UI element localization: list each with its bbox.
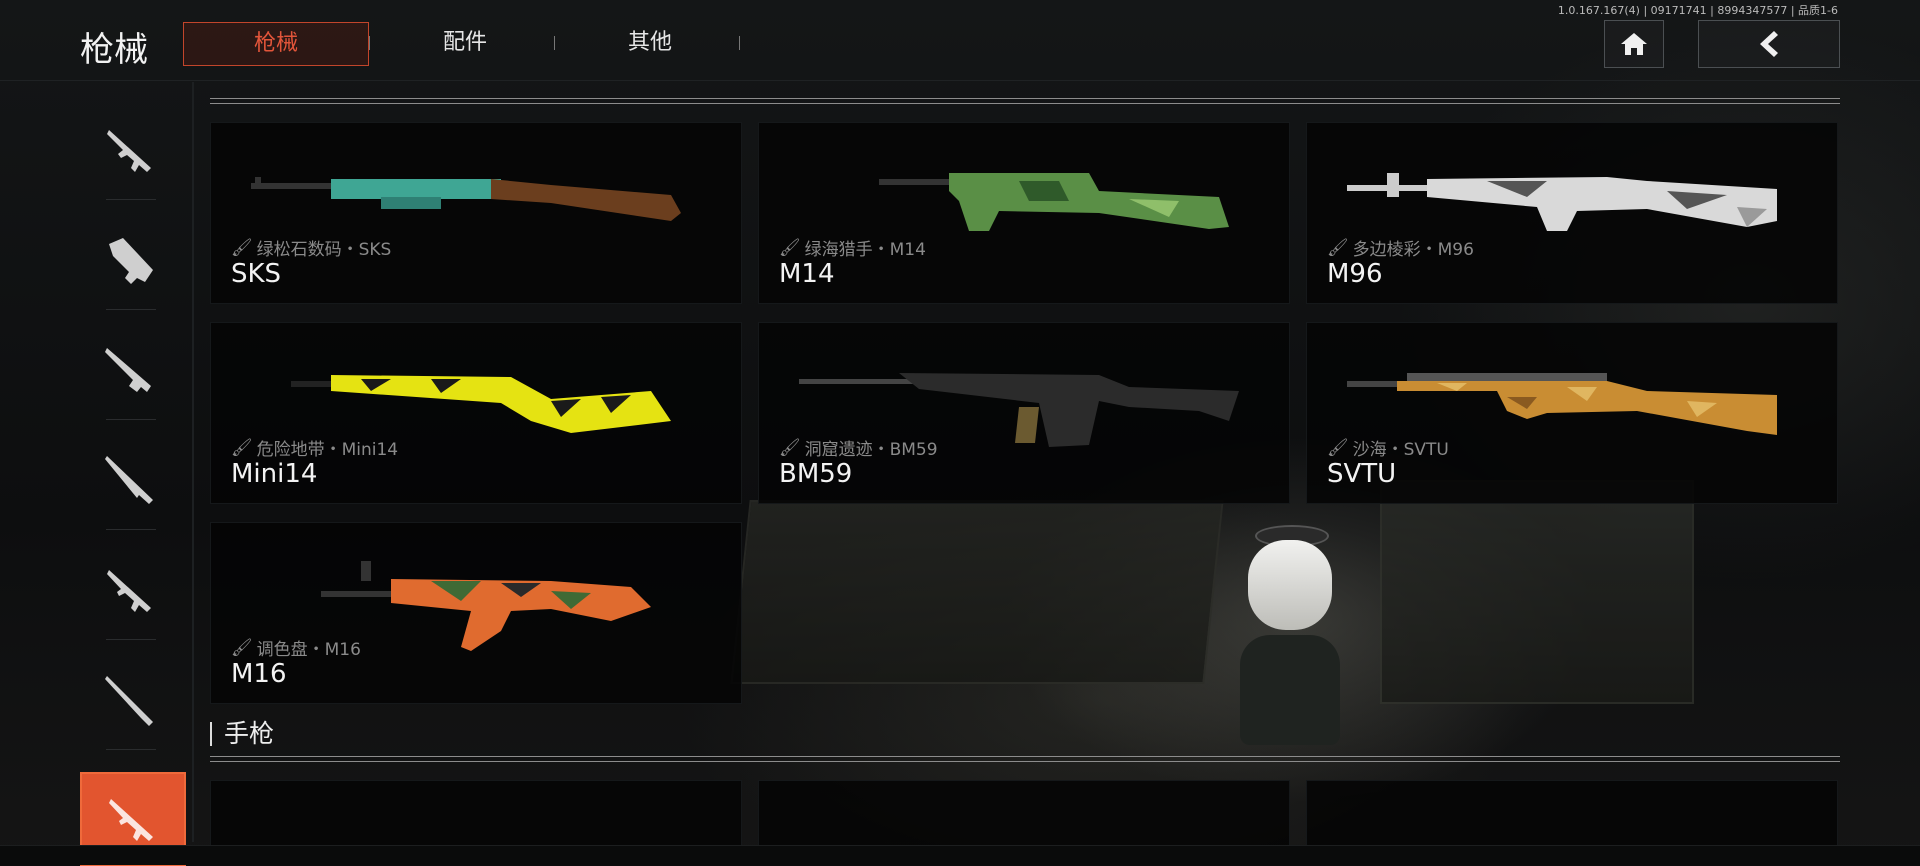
back-button[interactable] xyxy=(1698,20,1840,68)
weapon-card-placeholder[interactable] xyxy=(210,780,742,848)
skin-name: 危险地带・Mini14 xyxy=(256,440,399,460)
weapon-category-sidebar xyxy=(80,100,186,866)
lantern-decoration xyxy=(1230,515,1350,745)
mini14-gun-image xyxy=(291,375,671,433)
crate-decoration xyxy=(730,500,1224,684)
weapon-name: SKS xyxy=(231,259,282,289)
home-icon xyxy=(1621,33,1647,55)
section-divider xyxy=(210,756,1840,762)
assault-rifle-icon xyxy=(107,130,151,172)
marksman-rifle-icon xyxy=(105,676,153,726)
crate-decoration-right xyxy=(1380,480,1694,704)
brush-icon: 🖌 xyxy=(1327,437,1349,458)
weapon-card[interactable]: 🖌 洞窟遗迹・BM59 BM59 xyxy=(758,322,1290,504)
brush-icon: 🖌 xyxy=(231,637,253,658)
back-arrow-icon xyxy=(1760,31,1778,57)
section-title-pistols: 手枪 xyxy=(210,721,274,746)
sniper-rifle-icon xyxy=(105,456,153,504)
weapon-name: M96 xyxy=(1327,259,1383,289)
tab-separator xyxy=(739,36,740,50)
brush-icon: 🖌 xyxy=(1327,237,1349,258)
weapon-card[interactable]: 🖌 绿海猎手・M14 M14 xyxy=(758,122,1290,304)
weapon-name: M14 xyxy=(779,259,835,289)
brush-icon: 🖌 xyxy=(779,437,801,458)
skin-name: 多边棱彩・M96 xyxy=(1352,240,1474,260)
sks-gun-image xyxy=(251,177,681,221)
tab-separator xyxy=(554,36,555,50)
weapon-name: BM59 xyxy=(779,459,853,489)
home-button[interactable] xyxy=(1604,20,1664,68)
weapon-card[interactable]: 🖌 多边棱彩・M96 M96 xyxy=(1306,122,1838,304)
sidebar-item-smg[interactable] xyxy=(80,210,182,310)
section-divider xyxy=(210,98,1840,104)
weapon-card[interactable]: 🖌 绿松石数码・SKS SKS xyxy=(210,122,742,304)
lmg-icon xyxy=(105,348,151,392)
skin-name: 洞窟遗迹・BM59 xyxy=(804,440,938,460)
footer-bar xyxy=(0,845,1920,865)
sidebar-item-lmg[interactable] xyxy=(80,320,182,420)
top-bar: 枪械 枪械 配件 其他 1.0.167.167(4) | 09171741 | … xyxy=(0,0,1920,80)
m14-gun-image xyxy=(879,173,1229,231)
page-title: 枪械 xyxy=(80,30,148,70)
sidebar-item-assault-rifle[interactable] xyxy=(80,100,182,200)
header-divider xyxy=(0,80,1920,81)
sidebar-rail xyxy=(192,82,194,842)
weapon-card[interactable]: 🖌 沙海・SVTU SVTU xyxy=(1306,322,1838,504)
brush-icon: 🖌 xyxy=(779,237,801,258)
skin-name: 沙海・SVTU xyxy=(1352,440,1449,460)
weapon-card-placeholder[interactable] xyxy=(1306,780,1838,848)
brush-icon: 🖌 xyxy=(231,237,253,258)
sidebar-item-sniper[interactable] xyxy=(80,430,182,530)
skin-name: 绿松石数码・SKS xyxy=(256,240,392,260)
weapon-name: M16 xyxy=(231,659,287,689)
rifle-icon xyxy=(107,570,151,612)
weapon-card[interactable]: 🖌 调色盘・M16 M16 xyxy=(210,522,742,704)
tab-separator xyxy=(369,36,370,50)
shotgun-icon xyxy=(109,799,153,841)
tab-other[interactable]: 其他 xyxy=(590,22,710,64)
weapon-name: Mini14 xyxy=(231,459,318,489)
version-info: 1.0.167.167(4) | 09171741 | 8994347577 |… xyxy=(1557,4,1838,17)
skin-name: 调色盘・M16 xyxy=(256,640,361,660)
weapon-card-placeholder[interactable] xyxy=(758,780,1290,848)
sidebar-item-marksman[interactable] xyxy=(80,650,182,750)
tab-guns[interactable]: 枪械 xyxy=(183,22,369,66)
brush-icon: 🖌 xyxy=(231,437,253,458)
smg-icon xyxy=(109,238,153,284)
tab-attachments[interactable]: 配件 xyxy=(405,22,525,64)
weapon-card[interactable]: 🖌 危险地带・Mini14 Mini14 xyxy=(210,322,742,504)
sidebar-item-rifle[interactable] xyxy=(80,540,182,640)
skin-name: 绿海猎手・M14 xyxy=(804,240,926,260)
weapon-name: SVTU xyxy=(1327,459,1397,489)
